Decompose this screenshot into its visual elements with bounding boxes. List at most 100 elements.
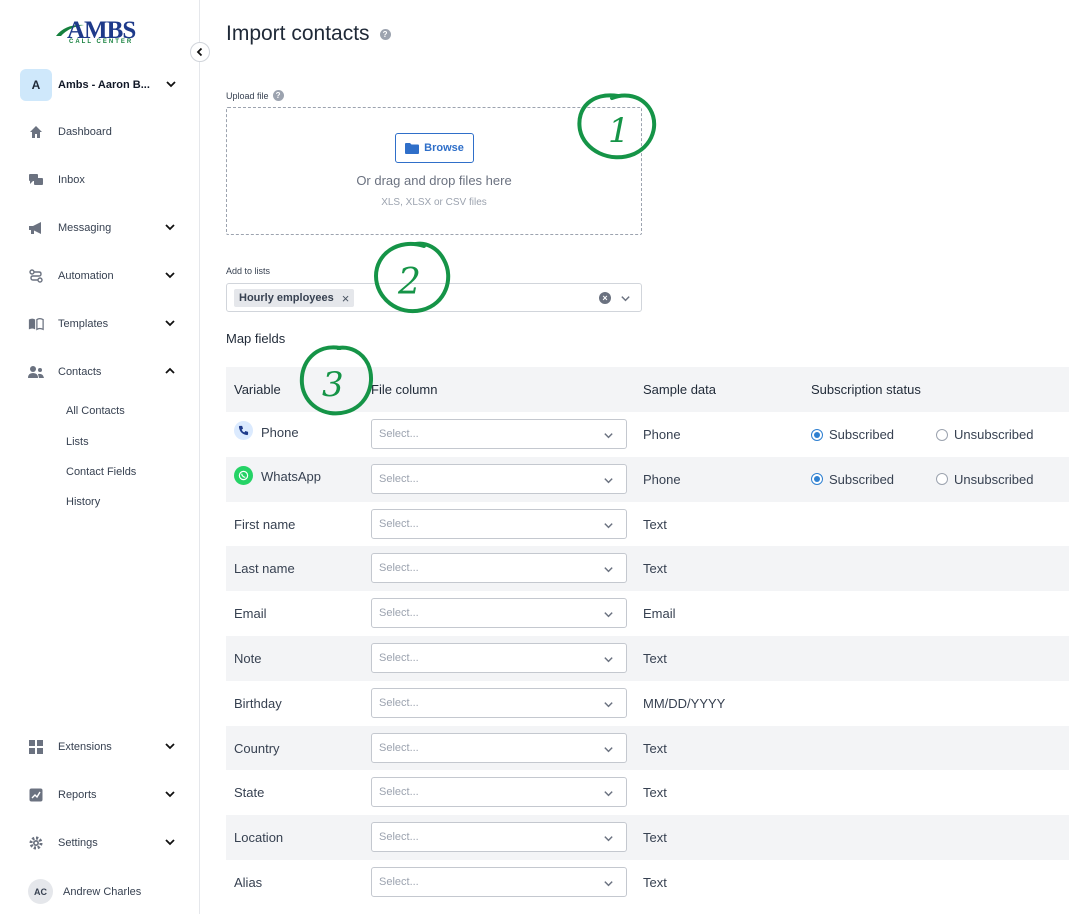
sample-data-cell: Text: [643, 874, 667, 890]
file-column-select[interactable]: Select...: [371, 463, 627, 494]
chevron-down-icon: [604, 612, 613, 618]
file-column-select[interactable]: Select...: [371, 553, 627, 584]
chevron-down-icon: [604, 701, 613, 708]
upload-file-label: Upload file ?: [226, 90, 284, 101]
sidebar-item-reports[interactable]: Reports: [28, 783, 188, 807]
sample-data-cell: Text: [643, 516, 667, 532]
chevron-left-icon: [196, 47, 203, 57]
variable-cell: Note: [234, 651, 261, 666]
sidebar-item-messaging[interactable]: Messaging: [28, 216, 188, 240]
sidebar-item-label: Templates: [58, 318, 109, 330]
sample-data-cell: Phone: [643, 471, 681, 487]
sidebar-item-dashboard[interactable]: Dashboard: [28, 120, 188, 144]
unsubscribed-radio[interactable]: Unsubscribed: [936, 472, 1034, 487]
sidebar-item-contacts[interactable]: Contacts: [28, 360, 188, 384]
sidebar-item-automation[interactable]: Automation: [28, 264, 188, 288]
sidebar-subitem-history[interactable]: History: [66, 496, 100, 508]
radio-label: Subscribed: [829, 471, 895, 487]
select-placeholder: Select...: [379, 875, 419, 888]
table-row: WhatsApp Select... Phone Subscribed Unsubscr…: [226, 456, 1069, 502]
logo: AMBS CALL CENTER: [55, 18, 147, 48]
chevron-down-icon: [165, 320, 175, 327]
file-column-select[interactable]: Select...: [371, 687, 627, 718]
grid-icon: [28, 739, 44, 755]
table-row: Note Select... Text: [226, 635, 1069, 681]
variable-label: Location: [234, 830, 284, 846]
variable-cell: Location: [234, 830, 283, 845]
user-profile[interactable]: AC Andrew Charles: [28, 879, 141, 904]
file-column-select[interactable]: Select...: [371, 777, 627, 808]
annotation-circle-2: 2: [373, 241, 451, 314]
route-icon: [28, 268, 44, 284]
chevron-down-icon: [604, 791, 613, 797]
help-icon[interactable]: ?: [272, 90, 284, 101]
sidebar-item-label: Inbox: [58, 174, 85, 186]
table-row: Location Select... Text: [226, 815, 1069, 860]
chevron-down-icon: [604, 433, 613, 439]
table-row: Email Select... Email: [226, 591, 1069, 636]
file-column-select[interactable]: Select...: [371, 419, 627, 449]
variable-label: WhatsApp: [261, 469, 321, 485]
home-icon: [28, 124, 44, 140]
variable-label: Note: [234, 650, 262, 666]
clear-icon[interactable]: ×: [599, 292, 611, 304]
radio-unselected-icon: [936, 428, 948, 441]
sidebar-subitem-lists[interactable]: Lists: [66, 436, 89, 448]
sidebar-item-templates[interactable]: Templates: [28, 312, 188, 336]
file-column-select[interactable]: Select...: [371, 822, 627, 853]
list-chip: Hourly employees ×: [234, 289, 355, 307]
table-row: State Select... Text: [226, 770, 1069, 815]
page-title: Import contacts ?: [226, 22, 391, 46]
upload-file-label-text: Upload file: [226, 90, 269, 101]
annotation-circle-1: 1: [577, 93, 656, 160]
sample-data-cell: Text: [643, 650, 667, 666]
chevron-down-icon: [165, 743, 175, 750]
variable-label: Last name: [234, 561, 295, 577]
sample-data-cell: Email: [643, 606, 676, 622]
gear-icon: [28, 835, 44, 851]
header-file-column: File column: [371, 382, 438, 397]
chevron-down-icon: [604, 567, 613, 573]
file-column-select[interactable]: Select...: [371, 508, 627, 539]
variable-cell: Alias: [234, 875, 262, 890]
variable-label: Phone: [261, 424, 299, 440]
sidebar-item-label: Messaging: [58, 222, 112, 234]
select-placeholder: Select...: [379, 562, 419, 575]
chevron-down-icon[interactable]: [620, 293, 631, 304]
select-placeholder: Select...: [379, 472, 419, 485]
chevron-down-icon: [166, 81, 176, 88]
sample-data-cell: Phone: [643, 427, 681, 442]
variable-cell: First name: [234, 517, 295, 532]
sample-data-cell: Text: [643, 785, 667, 801]
chevron-down-icon: [604, 746, 613, 752]
sidebar-subitem-all-contacts[interactable]: All Contacts: [66, 405, 125, 417]
select-placeholder: Select...: [379, 517, 419, 530]
sidebar-item-extensions[interactable]: Extensions: [28, 735, 188, 759]
table-row: First name Select... Text: [226, 502, 1069, 547]
browse-button[interactable]: Browse: [395, 133, 474, 163]
chevron-down-icon: [604, 836, 613, 842]
sidebar-subitem-contact-fields[interactable]: Contact Fields: [66, 466, 136, 478]
help-icon[interactable]: ?: [379, 28, 391, 40]
subscribed-radio[interactable]: Subscribed: [811, 427, 894, 442]
variable-cell: Birthday: [234, 696, 282, 711]
unsubscribed-radio[interactable]: Unsubscribed: [936, 427, 1034, 442]
variable-label: Country: [234, 740, 280, 756]
account-switcher[interactable]: A Ambs - Aaron B...: [20, 68, 185, 102]
megaphone-icon: [28, 220, 44, 236]
variable-cell: Country: [234, 741, 280, 756]
chevron-up-icon: [165, 367, 175, 374]
variable-label: Email: [234, 606, 267, 622]
close-icon[interactable]: ×: [342, 291, 350, 306]
file-column-select[interactable]: Select...: [371, 732, 627, 763]
subscribed-radio[interactable]: Subscribed: [811, 472, 894, 487]
sidebar-item-settings[interactable]: Settings: [28, 831, 188, 855]
sidebar-item-inbox[interactable]: Inbox: [28, 168, 188, 192]
variable-cell: Email: [234, 606, 267, 621]
file-column-select[interactable]: Select...: [371, 598, 627, 629]
file-column-select[interactable]: Select...: [371, 866, 627, 897]
file-column-select[interactable]: Select...: [371, 642, 627, 673]
select-placeholder: Select...: [379, 696, 419, 709]
collapse-sidebar-button[interactable]: [190, 42, 210, 62]
map-fields-title: Map fields: [226, 331, 286, 346]
